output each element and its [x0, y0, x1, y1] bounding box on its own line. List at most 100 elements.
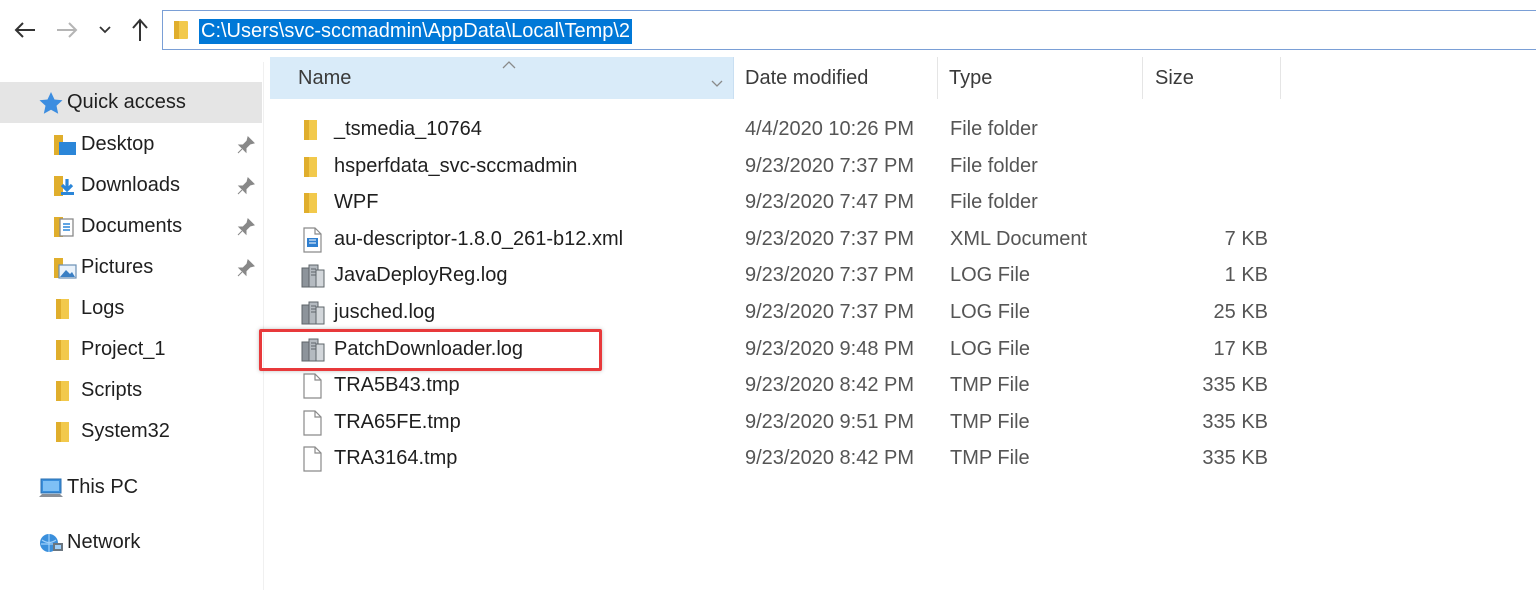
column-label: Name: [298, 66, 352, 89]
file-row[interactable]: TRA3164.tmp 9/23/2020 8:42 PM TMP File 3…: [270, 441, 1280, 477]
chevron-down-icon[interactable]: [711, 71, 723, 94]
file-size: 335 KB: [1202, 374, 1268, 396]
file-row[interactable]: JavaDeployReg.log 9/23/2020 7:37 PM LOG …: [270, 258, 1280, 294]
blank-file-icon: [300, 410, 324, 441]
sort-ascending-icon: [502, 52, 516, 75]
file-name: hsperfdata_svc-sccmadmin: [334, 155, 578, 177]
nav-label: System32: [81, 420, 170, 442]
nav-item-downloads[interactable]: Downloads: [0, 165, 262, 206]
file-date: 9/23/2020 8:42 PM: [745, 374, 915, 396]
nav-item-logs[interactable]: Logs: [0, 288, 262, 329]
annotation-highlight-box: [259, 329, 602, 371]
file-date: 9/23/2020 7:37 PM: [745, 264, 915, 286]
nav-item-desktop[interactable]: Desktop: [0, 124, 262, 165]
file-row[interactable]: hsperfdata_svc-sccmadmin 9/23/2020 7:37 …: [270, 149, 1280, 185]
pin-icon[interactable]: [236, 258, 256, 278]
file-date: 9/23/2020 9:51 PM: [745, 411, 915, 433]
folder-icon: [52, 297, 74, 321]
file-row[interactable]: TRA65FE.tmp 9/23/2020 9:51 PM TMP File 3…: [270, 405, 1280, 441]
pin-icon[interactable]: [236, 217, 256, 237]
column-label: Type: [949, 66, 993, 89]
log-file-icon: [300, 300, 326, 331]
file-type: File folder: [950, 118, 1038, 140]
pictures-folder-icon: [52, 256, 78, 280]
file-size: 335 KB: [1202, 447, 1268, 469]
arrow-up-icon: [132, 18, 148, 41]
pin-icon[interactable]: [236, 135, 256, 155]
arrow-right-icon: [57, 22, 78, 38]
column-header-date-modified[interactable]: Date modified: [736, 57, 938, 99]
file-row[interactable]: TRA5B43.tmp 9/23/2020 8:42 PM TMP File 3…: [270, 368, 1280, 404]
nav-quick-access[interactable]: Quick access: [0, 82, 262, 123]
file-type: XML Document: [950, 228, 1088, 250]
nav-item-pictures[interactable]: Pictures: [0, 247, 262, 288]
file-name: TRA65FE.tmp: [334, 411, 461, 433]
forward-button[interactable]: [50, 12, 84, 48]
file-name: jusched.log: [334, 301, 436, 323]
file-size: 1 KB: [1224, 264, 1268, 286]
nav-label: Quick access: [67, 91, 186, 113]
column-label: Size: [1155, 66, 1194, 89]
address-bar[interactable]: C:\Users\svc-sccmadmin\AppData\Local\Tem…: [162, 10, 1536, 50]
file-date: 4/4/2020 10:26 PM: [745, 118, 915, 140]
column-divider[interactable]: [733, 57, 734, 99]
folder-icon: [52, 420, 74, 444]
file-size: 25 KB: [1213, 301, 1268, 323]
nav-label: Scripts: [81, 379, 143, 401]
nav-network[interactable]: Network: [0, 522, 262, 563]
file-name: WPF: [334, 191, 379, 213]
column-header-type[interactable]: Type: [940, 57, 1143, 99]
folder-icon: [300, 154, 322, 185]
nav-item-scripts[interactable]: Scripts: [0, 370, 262, 411]
file-date: 9/23/2020 7:47 PM: [745, 191, 915, 213]
folder-icon: [52, 338, 74, 362]
chevron-down-icon: [99, 26, 111, 34]
nav-item-documents[interactable]: Documents: [0, 206, 262, 247]
nav-label: Logs: [81, 297, 125, 319]
nav-label: Project_1: [81, 338, 166, 360]
column-label: Date modified: [745, 66, 869, 89]
file-type: TMP File: [950, 447, 1030, 469]
file-size: 335 KB: [1202, 411, 1268, 433]
column-header-name[interactable]: Name: [270, 57, 733, 99]
computer-icon: [37, 476, 65, 500]
back-button[interactable]: [8, 12, 42, 48]
file-type: LOG File: [950, 264, 1031, 286]
folder-icon: [172, 19, 192, 46]
file-name: JavaDeployReg.log: [334, 264, 508, 286]
documents-folder-icon: [52, 215, 78, 239]
nav-item-project-1[interactable]: Project_1: [0, 329, 262, 370]
network-icon: [37, 531, 65, 555]
file-date: 9/23/2020 7:37 PM: [745, 228, 915, 250]
nav-item-system32[interactable]: System32: [0, 411, 262, 452]
file-date: 9/23/2020 9:48 PM: [745, 338, 915, 360]
file-date: 9/23/2020 8:42 PM: [745, 447, 915, 469]
file-size: 7 KB: [1224, 228, 1268, 250]
navigation-pane: Quick access Desktop Downloads Documents…: [0, 62, 264, 590]
nav-label: Desktop: [81, 133, 155, 155]
blank-file-icon: [300, 373, 324, 404]
file-row[interactable]: _tsmedia_10764 4/4/2020 10:26 PM File fo…: [270, 112, 1280, 148]
log-file-icon: [300, 263, 326, 294]
recent-locations-button[interactable]: [94, 12, 116, 48]
address-path[interactable]: C:\Users\svc-sccmadmin\AppData\Local\Tem…: [199, 19, 633, 44]
blank-file-icon: [300, 446, 324, 477]
downloads-folder-icon: [52, 174, 78, 198]
nav-label: Network: [67, 531, 141, 553]
file-type: LOG File: [950, 301, 1031, 323]
pin-icon[interactable]: [236, 176, 256, 196]
nav-label: Downloads: [81, 174, 180, 196]
nav-label: Documents: [81, 215, 183, 237]
file-size: 17 KB: [1213, 338, 1268, 360]
file-date: 9/23/2020 7:37 PM: [745, 301, 915, 323]
desktop-folder-icon: [52, 133, 78, 157]
file-row[interactable]: jusched.log 9/23/2020 7:37 PM LOG File 2…: [270, 295, 1280, 331]
file-name: _tsmedia_10764: [334, 118, 482, 140]
file-row[interactable]: WPF 9/23/2020 7:47 PM File folder: [270, 185, 1280, 221]
file-type: File folder: [950, 191, 1038, 213]
nav-this-pc[interactable]: This PC: [0, 467, 262, 508]
file-row[interactable]: au-descriptor-1.8.0_261-b12.xml 9/23/202…: [270, 222, 1280, 258]
up-button[interactable]: [124, 12, 156, 48]
column-header-size[interactable]: Size: [1145, 57, 1281, 99]
star-icon: [38, 91, 64, 115]
